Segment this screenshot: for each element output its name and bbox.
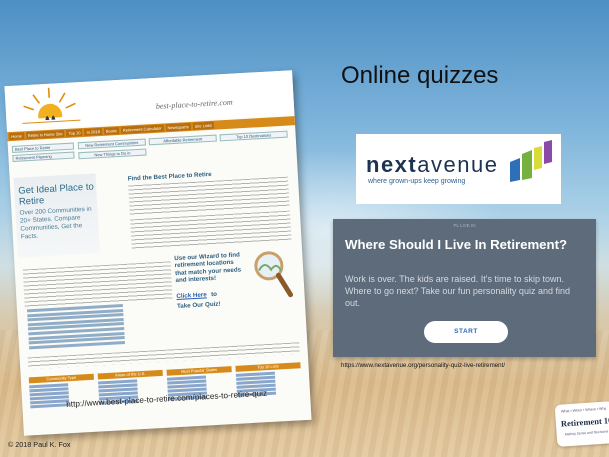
badge-wordmark: Retirement 101 — [560, 414, 609, 429]
site-nav-tab[interactable]: Newsquarts — [165, 122, 191, 132]
wizard-suffix: to — [210, 290, 218, 298]
magnifying-glass-icon — [254, 251, 294, 298]
site-nav-tab[interactable]: In 2018 — [84, 127, 103, 136]
wordmark-avenue: avenue — [417, 152, 499, 177]
site-nav-tab[interactable]: Site Links — [192, 121, 215, 130]
best-place-to-retire-screenshot: best-place-to-retire.com Home Retire in … — [4, 70, 312, 436]
site-paragraph — [130, 210, 292, 250]
nextavenue-logo: nextavenue where grown-ups keep growing — [356, 134, 561, 204]
nextavenue-tagline: where grown-ups keep growing — [368, 178, 466, 185]
slide-title: Online quizzes — [341, 62, 499, 89]
quiz-top-label: PL LIVE IN — [453, 223, 476, 228]
quiz-title: Where Should I Live In Retirement? — [345, 237, 568, 252]
site-nav-tab[interactable]: Retire in Home Site — [25, 130, 65, 140]
sunset-couple-logo-icon — [16, 87, 87, 130]
nextavenue-blocks-icon — [510, 140, 552, 182]
site-left-tabs: Best Place to Retire Retirement Planning — [11, 142, 75, 164]
quiz-url-caption[interactable]: https://www.nextavenue.org/personality-q… — [341, 362, 505, 369]
site-subnav-link[interactable]: New Retirement Communities — [77, 138, 146, 150]
quiz-start-button[interactable]: START — [424, 321, 508, 343]
site-nav-tab[interactable]: Retirement Calculator — [120, 124, 164, 134]
quiz-description: Work is over. The kids are raised. It's … — [345, 274, 570, 308]
site-nav-tab[interactable]: Home — [9, 132, 25, 141]
site-nav-tab[interactable]: Top 10 — [66, 129, 83, 137]
wordmark-next: next — [366, 152, 418, 177]
badge-top-text: What • When • Where • Why — [560, 406, 607, 414]
badge-bottom-text: Making Sense and Decisions — [564, 429, 609, 437]
site-paragraph — [128, 176, 290, 216]
site-feature-list — [26, 303, 149, 351]
site-subnav-link[interactable]: Affordable Retirement — [148, 134, 217, 146]
site-subnav-link[interactable]: Top 10 Destinations — [219, 130, 288, 142]
site-hero-title: Get Ideal Place to Retire — [18, 181, 95, 208]
retirement-101-badge: What • When • Where • Why Retirement 101… — [554, 401, 609, 447]
nextavenue-wordmark: nextavenue — [366, 152, 498, 178]
site-quiz-promo: Use our Wizard to find retirement locati… — [174, 251, 251, 310]
site-left-tab[interactable]: Retirement Planning — [12, 151, 75, 162]
site-paragraph — [22, 261, 173, 308]
copyright-text: © 2018 Paul K. Fox — [8, 440, 71, 449]
nextavenue-quiz-card: PL LIVE IN Where Should I Live In Retire… — [333, 219, 596, 357]
site-subnav-link[interactable]: New Things to Do in — [78, 148, 147, 160]
click-here-link[interactable]: Click Here — [176, 291, 207, 300]
site-hero-subtitle: Over 200 Communities in 20+ States. Comp… — [19, 205, 92, 241]
site-url-script: best-place-to-retire.com — [155, 97, 233, 111]
table-cell[interactable] — [30, 403, 70, 408]
site-nav-tab[interactable]: Books — [103, 126, 120, 135]
